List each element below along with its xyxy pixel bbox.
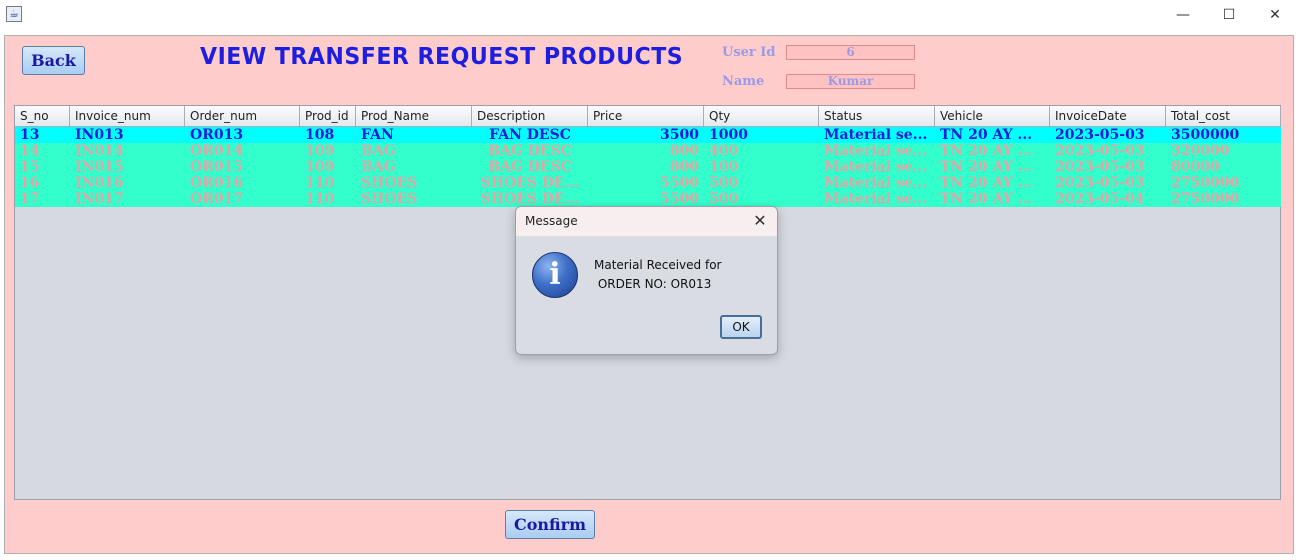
table-cell: 5500: [660, 175, 699, 191]
table-cell: Material se...: [824, 175, 928, 191]
table-cell: 800: [669, 143, 699, 159]
table-cell: BAG: [361, 159, 396, 175]
table-cell: 100: [709, 159, 739, 175]
table-cell: OR017: [190, 191, 244, 207]
column-header[interactable]: Total_cost: [1166, 106, 1281, 127]
column-header[interactable]: Description: [472, 106, 588, 127]
table-cell: 109: [305, 143, 335, 159]
table-cell: 15: [20, 159, 40, 175]
table-cell: OR015: [190, 159, 244, 175]
name-field: Kumar: [786, 74, 915, 89]
column-header[interactable]: Status: [819, 106, 935, 127]
table-cell: 320000: [1171, 143, 1230, 159]
table-cell: Material se...: [824, 159, 928, 175]
column-header[interactable]: S_no: [15, 106, 70, 127]
user-id-label: User Id: [722, 45, 776, 60]
table-cell: 3500000: [1171, 127, 1240, 143]
column-header[interactable]: Invoice_num: [70, 106, 185, 127]
table-cell: OR013: [190, 127, 244, 143]
page-title: VIEW TRANSFER REQUEST PRODUCTS: [200, 44, 684, 70]
table-cell: TN 20 AY ...: [940, 159, 1033, 175]
table-cell: BAG DESC: [488, 143, 572, 159]
close-button[interactable]: ✕: [1252, 0, 1298, 30]
table-cell: 14: [20, 143, 40, 159]
table-row[interactable]: 17 IN017 OR017 110 SHOES SHOES DE... 550…: [15, 191, 1281, 207]
message-dialog: Message ✕ i Material Received for ORDER …: [515, 206, 778, 355]
table-cell: TN 20 AY ...: [940, 127, 1033, 143]
table-cell: 2023-05-04: [1055, 191, 1145, 207]
table-cell: 3500: [660, 127, 699, 143]
table-cell: 2023-05-03: [1055, 175, 1145, 191]
dialog-titlebar: Message ✕: [516, 207, 777, 236]
table-cell: 500: [709, 191, 739, 207]
table-body: 13 IN013 OR013 108 FAN FAN DESC 3500 100…: [15, 127, 1281, 207]
table-row[interactable]: 13 IN013 OR013 108 FAN FAN DESC 3500 100…: [15, 127, 1281, 143]
table-cell: TN 20 AY ...: [940, 143, 1033, 159]
table-cell: IN014: [75, 143, 124, 159]
table-cell: OR014: [190, 143, 244, 159]
table-cell: 13: [20, 127, 40, 143]
dialog-close-button[interactable]: ✕: [743, 207, 777, 236]
table-cell: 1000: [709, 127, 748, 143]
table-cell: 17: [20, 191, 40, 207]
table-cell: 800: [669, 159, 699, 175]
table-cell: 2750000: [1171, 191, 1240, 207]
table-cell: 110: [305, 175, 335, 191]
dialog-message-line-1: Material Received for: [594, 258, 722, 272]
table-cell: Material se...: [824, 127, 928, 143]
minimize-button[interactable]: —: [1160, 0, 1206, 30]
table-cell: 16: [20, 175, 40, 191]
table-cell: BAG: [361, 143, 396, 159]
table-cell: BAG DESC: [488, 159, 572, 175]
column-header[interactable]: Vehicle: [935, 106, 1050, 127]
table-cell: IN017: [75, 191, 124, 207]
table-cell: 108: [305, 127, 335, 143]
table-cell: IN016: [75, 175, 124, 191]
table-cell: 2750000: [1171, 175, 1240, 191]
table-cell: 500: [709, 175, 739, 191]
table-cell: SHOES DE...: [480, 175, 580, 191]
table-cell: Material se...: [824, 191, 928, 207]
ok-button[interactable]: OK: [720, 315, 762, 339]
table-row[interactable]: 16 IN016 OR016 110 SHOES SHOES DE... 550…: [15, 175, 1281, 191]
table-cell: TN 20 AY ...: [940, 191, 1033, 207]
column-header[interactable]: Prod_id: [300, 106, 356, 127]
column-header[interactable]: Price: [588, 106, 704, 127]
table-cell: SHOES: [361, 175, 418, 191]
name-label: Name: [722, 74, 765, 89]
table-cell: TN 20 AY ...: [940, 175, 1033, 191]
column-header[interactable]: Order_num: [185, 106, 300, 127]
table-cell: 110: [305, 191, 335, 207]
table-cell: 80000: [1171, 159, 1220, 175]
table-cell: FAN: [361, 127, 394, 143]
table-cell: 2023-05-03: [1055, 127, 1145, 143]
information-icon: i: [532, 252, 578, 298]
dialog-title: Message: [525, 214, 578, 228]
table-cell: 109: [305, 159, 335, 175]
maximize-button[interactable]: ☐: [1206, 0, 1252, 30]
user-id-field: 6: [786, 45, 915, 60]
table-cell: SHOES: [361, 191, 418, 207]
column-header[interactable]: Prod_Name: [356, 106, 472, 127]
table-row[interactable]: 15 IN015 OR015 109 BAG BAG DESC 800 100 …: [15, 159, 1281, 175]
column-header[interactable]: Qty: [704, 106, 819, 127]
table-cell: 2023-05-03: [1055, 159, 1145, 175]
java-cup-icon: ☕: [6, 6, 22, 22]
table-cell: IN013: [75, 127, 124, 143]
table-header: S_no Invoice_num Order_num Prod_id Prod_…: [15, 106, 1281, 127]
column-header[interactable]: InvoiceDate: [1050, 106, 1166, 127]
window-titlebar: ☕ — ☐ ✕: [0, 0, 1299, 30]
table-cell: Material se...: [824, 143, 928, 159]
table-cell: FAN DESC: [489, 127, 571, 143]
table-cell: 5500: [660, 191, 699, 207]
table-cell: IN015: [75, 159, 124, 175]
table-cell: OR016: [190, 175, 244, 191]
back-button[interactable]: Back: [22, 46, 85, 75]
table-row[interactable]: 14 IN014 OR014 109 BAG BAG DESC 800 400 …: [15, 143, 1281, 159]
table-cell: SHOES DE...: [480, 191, 580, 207]
table-cell: 400: [709, 143, 739, 159]
dialog-message-line-2: ORDER NO: OR013: [594, 277, 712, 291]
confirm-button[interactable]: Confirm: [505, 510, 595, 539]
table-cell: 2023-05-03: [1055, 143, 1145, 159]
